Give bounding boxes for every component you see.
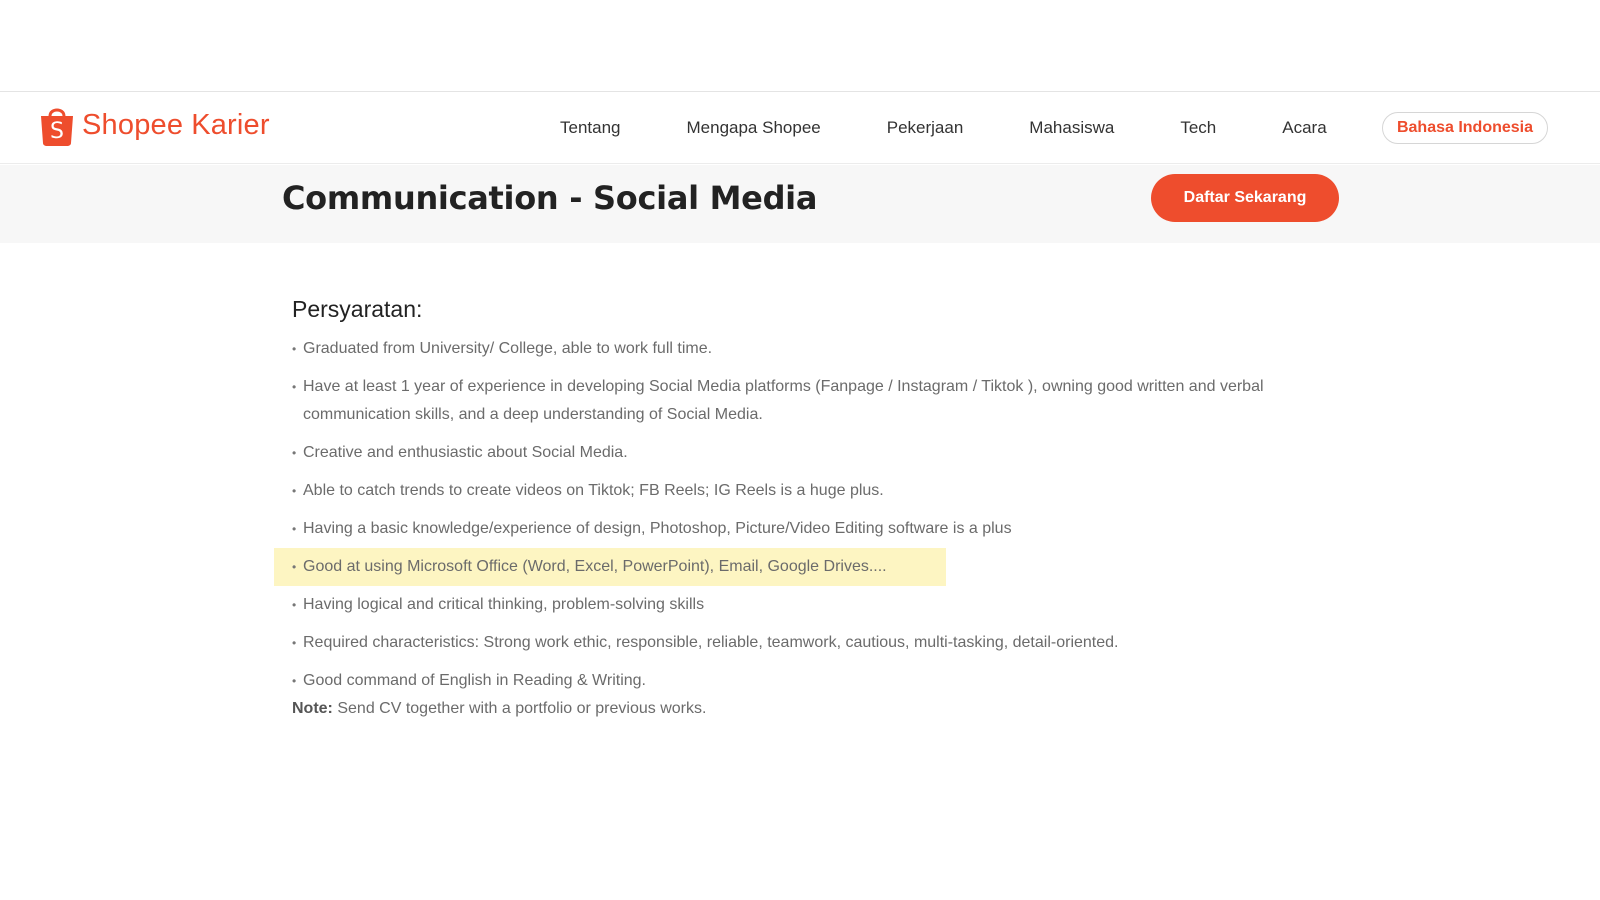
apply-now-button[interactable]: Daftar Sekarang [1151, 174, 1339, 222]
requirement-text: Having a basic knowledge/experience of d… [303, 520, 1012, 537]
bullet-icon: • [292, 674, 297, 688]
bullet-icon: • [292, 484, 297, 498]
requirement-text: Have at least 1 year of experience in de… [303, 378, 1264, 423]
list-item: • Having logical and critical thinking, p… [292, 591, 1352, 619]
bullet-icon: • [292, 446, 297, 460]
navbar: S Shopee Karier Tentang Mengapa Shopee Pe… [0, 92, 1600, 164]
shopee-karier-logo[interactable]: S Shopee Karier [38, 102, 270, 148]
requirement-text: Graduated from University/ College, able… [303, 340, 713, 357]
requirement-text: Creative and enthusiastic about Social M… [303, 444, 628, 461]
requirement-text: Able to catch trends to create videos on… [303, 482, 884, 499]
bullet-icon: • [292, 598, 297, 612]
list-item: • Graduated from University/ College, abl… [292, 335, 1352, 363]
language-button[interactable]: Bahasa Indonesia [1382, 112, 1548, 144]
note: Note: Send CV together with a portfolio … [292, 697, 1352, 721]
nav-item-pekerjaan[interactable]: Pekerjaan [887, 118, 964, 138]
list-item: • Good command of English in Reading & Wr… [292, 667, 1352, 695]
list-item: • Able to catch trends to create videos o… [292, 477, 1352, 505]
nav-item-tentang[interactable]: Tentang [560, 118, 621, 138]
requirements-section: Persyaratan: • Graduated from University/… [274, 296, 1352, 721]
job-header: Communication - Social Media Daftar Seka… [0, 165, 1600, 243]
list-item: • Creative and enthusiastic about Social … [292, 439, 1352, 467]
list-item-highlighted: • Good at using Microsoft Office (Word, E… [274, 548, 946, 586]
requirement-text: Having logical and critical thinking, pr… [303, 596, 705, 613]
bullet-icon: • [292, 560, 297, 574]
logo-text: Shopee Karier [82, 108, 270, 141]
browser-top-band [0, 0, 1600, 92]
bullet-icon: • [292, 522, 297, 536]
requirement-text: Good command of English in Reading & Wri… [303, 672, 646, 689]
nav-item-acara[interactable]: Acara [1282, 118, 1326, 138]
list-item: • Having a basic knowledge/experience of … [292, 515, 1352, 543]
nav-item-tech[interactable]: Tech [1180, 118, 1216, 138]
nav-item-mahasiswa[interactable]: Mahasiswa [1029, 118, 1114, 138]
shopee-bag-icon: S [41, 108, 73, 146]
note-text: Send CV together with a portfolio or pre… [337, 700, 707, 717]
bullet-icon: • [292, 342, 297, 356]
requirements-list: • Graduated from University/ College, abl… [274, 335, 1352, 695]
svg-text:S: S [50, 119, 64, 144]
note-label: Note: [292, 700, 333, 717]
bullet-icon: • [292, 636, 297, 650]
requirement-text: Good at using Microsoft Office (Word, Ex… [303, 558, 887, 575]
bullet-icon: • [292, 380, 297, 394]
list-item: • Required characteristics: Strong work e… [292, 629, 1352, 657]
requirements-heading: Persyaratan: [292, 296, 423, 322]
list-item: • Have at least 1 year of experience in d… [292, 373, 1352, 429]
nav-links: Tentang Mengapa Shopee Pekerjaan Mahasis… [560, 92, 1327, 164]
requirement-text: Required characteristics: Strong work et… [303, 634, 1119, 651]
job-title: Communication - Social Media [282, 179, 818, 217]
nav-item-mengapa-shopee[interactable]: Mengapa Shopee [687, 118, 821, 138]
